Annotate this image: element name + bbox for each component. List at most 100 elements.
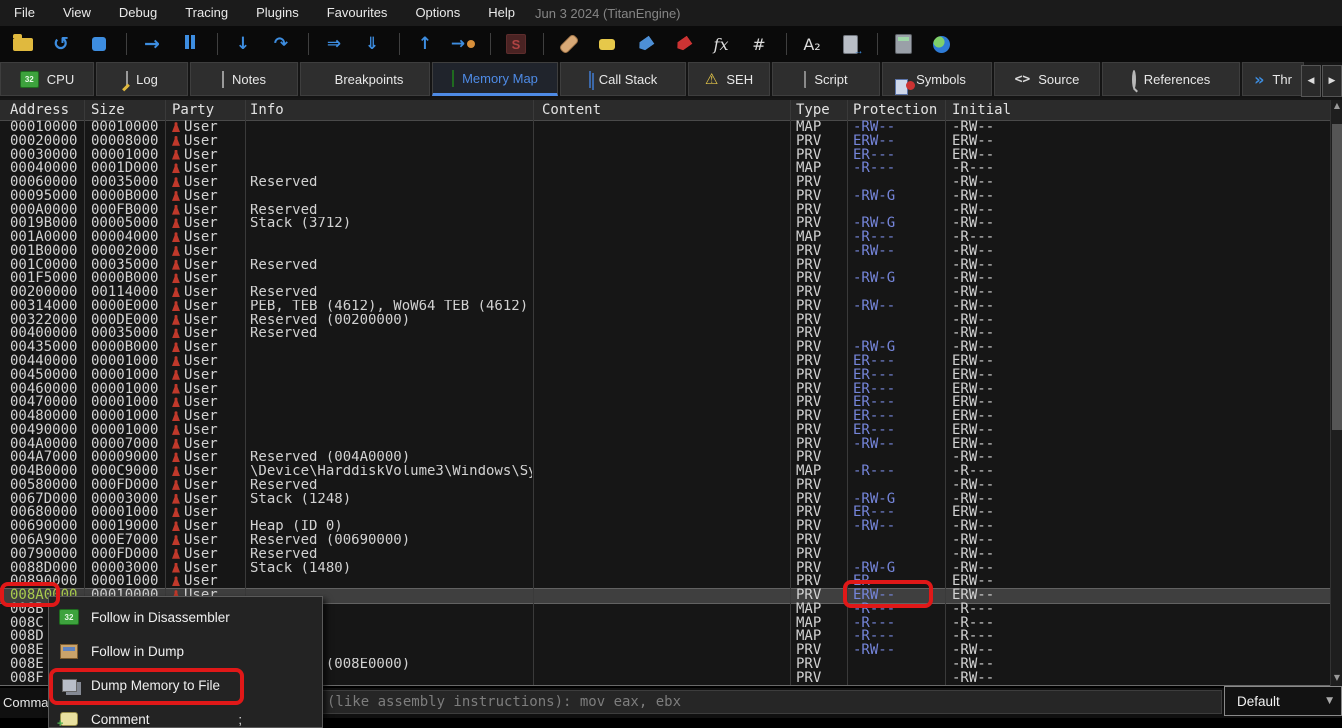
user-icon <box>172 287 180 297</box>
column-header-initial[interactable]: Initial <box>952 102 1011 118</box>
log-icon <box>126 72 128 87</box>
tab-memory-map[interactable]: Memory Map <box>432 62 558 96</box>
restart-icon[interactable]: ↺ <box>46 31 76 57</box>
menu-help[interactable]: Help <box>474 0 529 26</box>
scroll-up-icon[interactable]: ▲ <box>1331 100 1342 112</box>
menu-options[interactable]: Options <box>401 0 474 26</box>
pause-icon[interactable] <box>175 31 205 57</box>
menu-items: FileViewDebugTracingPluginsFavouritesOpt… <box>0 0 529 26</box>
source-icon: <> <box>1015 71 1031 87</box>
user-icon <box>172 232 180 242</box>
tab-threads[interactable]: »Thr <box>1242 62 1304 96</box>
menu-item-comment[interactable]: Comment; <box>49 702 322 728</box>
tab-seh[interactable]: ⚠SEH <box>688 62 770 96</box>
column-separator <box>945 100 946 685</box>
toolbar-separator <box>786 33 787 55</box>
toolbar: ↺ → ↓ ↷ ⇒ ⇓ ↑ → Sfx # A₂ <box>0 26 1342 62</box>
user-icon <box>172 205 180 215</box>
tab-label: Breakpoints <box>335 72 404 87</box>
menu-item-dump-to-file[interactable]: Dump Memory to File <box>49 668 322 702</box>
tab-symbols[interactable]: Symbols <box>882 62 992 96</box>
run-icon[interactable]: → <box>137 31 167 57</box>
column-header-type[interactable]: Type <box>796 102 830 118</box>
references-icon <box>1132 72 1136 87</box>
tab-scroll-right-icon[interactable]: ▶ <box>1322 65 1342 97</box>
context-menu: 32 Follow in Disassembler Follow in Dump Du… <box>48 596 323 728</box>
column-header-party[interactable]: Party <box>172 102 214 118</box>
menu-item-label: Dump Memory to File <box>91 678 220 693</box>
menu-tracing[interactable]: Tracing <box>171 0 242 26</box>
column-header-size[interactable]: Size <box>91 102 125 118</box>
step-over-icon[interactable]: ↷ <box>266 31 296 57</box>
patch-icon[interactable] <box>554 31 584 57</box>
tab-script[interactable]: Script <box>772 62 880 96</box>
label-icon[interactable] <box>630 31 660 57</box>
menu-file[interactable]: File <box>0 0 49 26</box>
cell-info: \Device\HarddiskVolume3\Windows\Sy <box>250 465 532 479</box>
step-down-icon[interactable]: ⇓ <box>357 31 387 57</box>
menu-item-dump[interactable]: Follow in Dump <box>49 634 322 668</box>
breakpoint-icon[interactable] <box>668 31 698 57</box>
user-icon <box>172 384 180 394</box>
tab-references[interactable]: References <box>1102 62 1240 96</box>
menu-plugins[interactable]: Plugins <box>242 0 313 26</box>
execute-till-return-icon[interactable]: ⇒ <box>319 31 349 57</box>
user-icon <box>172 342 180 352</box>
stop-icon[interactable] <box>84 31 114 57</box>
tab-notes[interactable]: Notes <box>190 62 298 96</box>
tab-scroll-buttons: ◀ ▶ <box>1301 64 1342 97</box>
step-out-icon[interactable]: ↑ <box>410 31 440 57</box>
user-icon <box>172 507 180 517</box>
profile-dropdown[interactable]: Default ▼ <box>1224 686 1342 716</box>
calculator-icon[interactable] <box>888 31 918 57</box>
user-icon <box>172 328 180 338</box>
menu-favourites[interactable]: Favourites <box>313 0 402 26</box>
tab-call-stack[interactable]: Call Stack <box>560 62 686 96</box>
cell-protection: -RW-- <box>853 300 895 314</box>
comment-icon <box>59 712 79 726</box>
tab-scroll-left-icon[interactable]: ◀ <box>1301 65 1321 97</box>
tab-log[interactable]: Log <box>96 62 188 96</box>
cell-initial: -RW-- <box>952 672 994 686</box>
menu-item-label: Follow in Disassembler <box>91 610 230 625</box>
cell-info: Reserved (00690000) <box>250 534 410 548</box>
table-header: Address Size Party Info Content Type Protectio… <box>0 100 1330 121</box>
column-header-address[interactable]: Address <box>10 102 69 118</box>
menu-view[interactable]: View <box>49 0 105 26</box>
disassembler-icon: 32 <box>59 609 79 625</box>
cell-info: Stack (1480) <box>250 562 351 576</box>
menu-debug[interactable]: Debug <box>105 0 171 26</box>
run-to-user-code-icon[interactable]: → <box>448 31 478 57</box>
font-icon[interactable]: A₂ <box>797 31 827 57</box>
column-header-protection[interactable]: Protection <box>853 102 937 118</box>
column-header-info[interactable]: Info <box>250 102 284 118</box>
tab-cpu[interactable]: 32CPU <box>0 62 94 96</box>
tab-source[interactable]: <>Source <box>994 62 1100 96</box>
scroll-down-icon[interactable]: ▼ <box>1331 672 1342 684</box>
tab-label: Symbols <box>916 72 966 87</box>
user-icon <box>172 191 180 201</box>
threads-icon: » <box>1254 70 1264 89</box>
step-into-icon[interactable]: ↓ <box>228 31 258 57</box>
toolbar-separator <box>308 33 309 55</box>
globe-icon[interactable] <box>926 31 956 57</box>
column-header-content[interactable]: Content <box>542 102 601 118</box>
cell-info: Stack (3712) <box>250 217 351 231</box>
menu-item-disassembler[interactable]: 32 Follow in Disassembler <box>49 600 322 634</box>
menu-item-shortcut: ; <box>238 712 310 727</box>
device-icon[interactable] <box>835 31 865 57</box>
cell-protection: -RW-- <box>853 644 895 658</box>
comment-icon[interactable] <box>592 31 622 57</box>
script-s-icon[interactable]: S <box>501 31 531 57</box>
function-fx-icon[interactable]: fx <box>706 31 736 57</box>
cell-info: Reserved <box>250 176 317 190</box>
tab-breakpoints[interactable]: Breakpoints <box>300 62 430 96</box>
build-date-text: Jun 3 2024 (TitanEngine) <box>535 6 681 21</box>
cell-type: PRV <box>796 672 821 686</box>
user-icon <box>172 273 180 283</box>
hash-icon[interactable]: # <box>744 31 774 57</box>
scrollbar-thumb[interactable] <box>1332 124 1342 430</box>
open-file-icon[interactable] <box>8 31 38 57</box>
vertical-scrollbar[interactable]: ▲ ▼ <box>1330 100 1342 686</box>
user-icon <box>172 356 180 366</box>
